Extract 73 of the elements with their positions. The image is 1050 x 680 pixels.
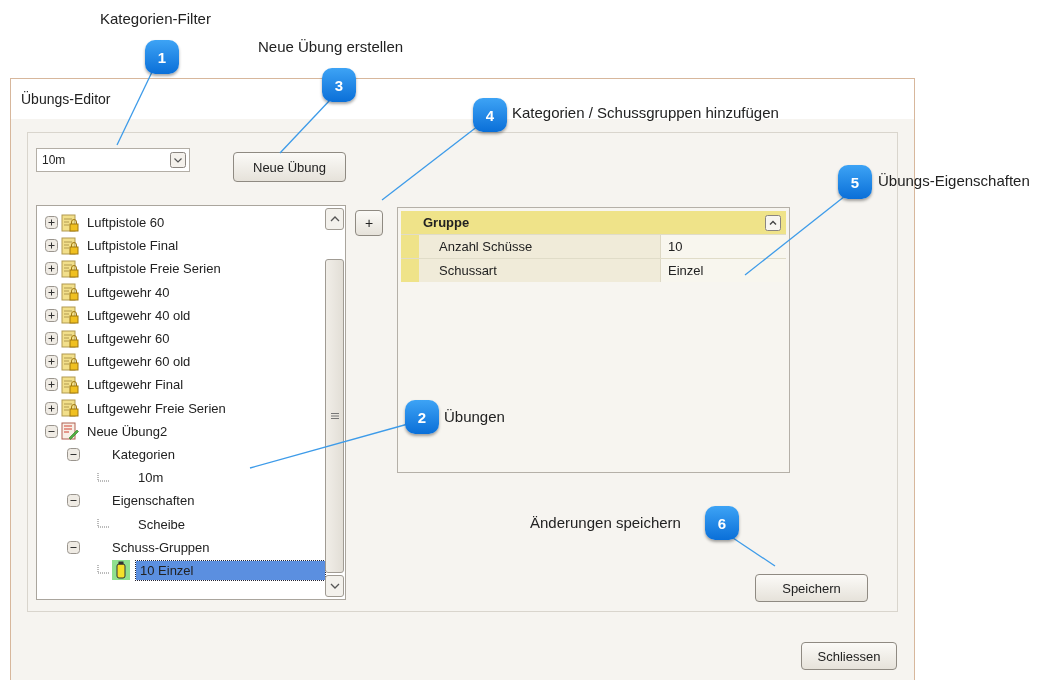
tree-item[interactable]: Luftgewehr Final <box>85 375 186 395</box>
tree-connector-icon <box>97 519 110 530</box>
collapse-icon[interactable] <box>67 447 80 461</box>
expand-icon[interactable] <box>45 285 58 299</box>
chevron-down-icon <box>170 152 186 168</box>
add-button[interactable]: + <box>355 210 383 236</box>
locked-document-icon <box>61 352 79 371</box>
collapse-icon[interactable] <box>45 424 58 438</box>
tree-item[interactable]: 10 Einzel <box>136 560 325 580</box>
new-exercise-button[interactable]: Neue Übung <box>233 152 346 182</box>
tree-item[interactable]: 10m <box>136 468 166 488</box>
expand-icon[interactable] <box>45 262 58 276</box>
property-name: Schussart <box>419 259 661 282</box>
collapse-icon[interactable] <box>765 214 781 231</box>
tree-item[interactable]: Scheibe <box>136 514 187 534</box>
expand-icon[interactable] <box>45 355 58 369</box>
scrollbar[interactable] <box>325 206 345 599</box>
target-group-icon <box>112 560 130 581</box>
row-gutter <box>401 259 419 282</box>
tree-connector-icon <box>97 565 110 576</box>
tree-item[interactable]: Luftgewehr 60 old <box>85 352 193 372</box>
category-dropdown[interactable]: 10m <box>36 148 190 172</box>
expand-icon[interactable] <box>45 378 58 392</box>
locked-document-icon <box>61 375 79 394</box>
tree-item[interactable]: Neue Übung2 <box>85 421 170 441</box>
locked-document-icon <box>61 213 79 232</box>
expand-icon[interactable] <box>45 308 58 322</box>
tree-item[interactable]: Luftgewehr 60 <box>85 329 172 349</box>
locked-document-icon <box>61 236 79 255</box>
callout-badge: 5 <box>838 165 872 199</box>
callout-label: Neue Übung erstellen <box>258 38 404 56</box>
property-name: Anzahl Schüsse <box>419 235 661 258</box>
callout-badge: 3 <box>322 68 356 102</box>
locked-document-icon <box>61 329 79 348</box>
scroll-up-icon[interactable] <box>329 215 340 223</box>
collapse-icon[interactable] <box>67 540 80 554</box>
locked-document-icon <box>61 259 79 278</box>
locked-document-icon <box>61 283 79 302</box>
tree-item[interactable]: Luftpistole 60 <box>85 213 167 233</box>
callout-badge: 4 <box>473 98 507 132</box>
callout-label: Änderungen speichern <box>530 514 681 532</box>
callout-label: Übungen <box>444 408 505 426</box>
tree-item[interactable]: Schuss-Gruppen <box>110 537 212 557</box>
scroll-down-icon[interactable] <box>329 582 340 590</box>
tree-connector-icon <box>97 472 110 483</box>
tree-item[interactable]: Luftpistole Final <box>85 236 181 256</box>
save-button[interactable]: Speichern <box>755 574 868 602</box>
leader-line <box>732 537 776 567</box>
collapse-icon[interactable] <box>67 494 80 508</box>
tree-item[interactable]: Eigenschaften <box>110 491 197 511</box>
edit-document-icon <box>61 422 79 441</box>
expand-icon[interactable] <box>45 239 58 253</box>
grip-icon <box>330 413 339 419</box>
tree-item[interactable]: Luftgewehr Freie Serien <box>85 398 228 418</box>
callout-label: Übungs-Eigenschaften <box>878 172 1030 190</box>
callout-badge: 6 <box>705 506 739 540</box>
group-title: Gruppe <box>423 215 470 230</box>
expand-icon[interactable] <box>45 332 58 346</box>
tree-item[interactable]: Luftgewehr 40 old <box>85 305 193 325</box>
tree-item[interactable]: Luftpistole Freie Serien <box>85 259 223 279</box>
callout-badge: 1 <box>145 40 179 74</box>
close-button[interactable]: Schliessen <box>801 642 897 670</box>
locked-document-icon <box>61 399 79 418</box>
expand-icon[interactable] <box>45 401 58 415</box>
locked-document-icon <box>61 306 79 325</box>
expand-icon[interactable] <box>45 216 58 230</box>
callout-label: Kategorien-Filter <box>100 10 211 28</box>
callout-badge: 2 <box>405 400 439 434</box>
window-title: Übungs-Editor <box>21 91 111 107</box>
tree-item[interactable]: Kategorien <box>110 444 177 464</box>
leader-line <box>279 99 331 154</box>
tree-item[interactable]: Luftgewehr 40 <box>85 282 172 302</box>
callout-label: Kategorien / Schussgruppen hinzufügen <box>512 104 779 122</box>
